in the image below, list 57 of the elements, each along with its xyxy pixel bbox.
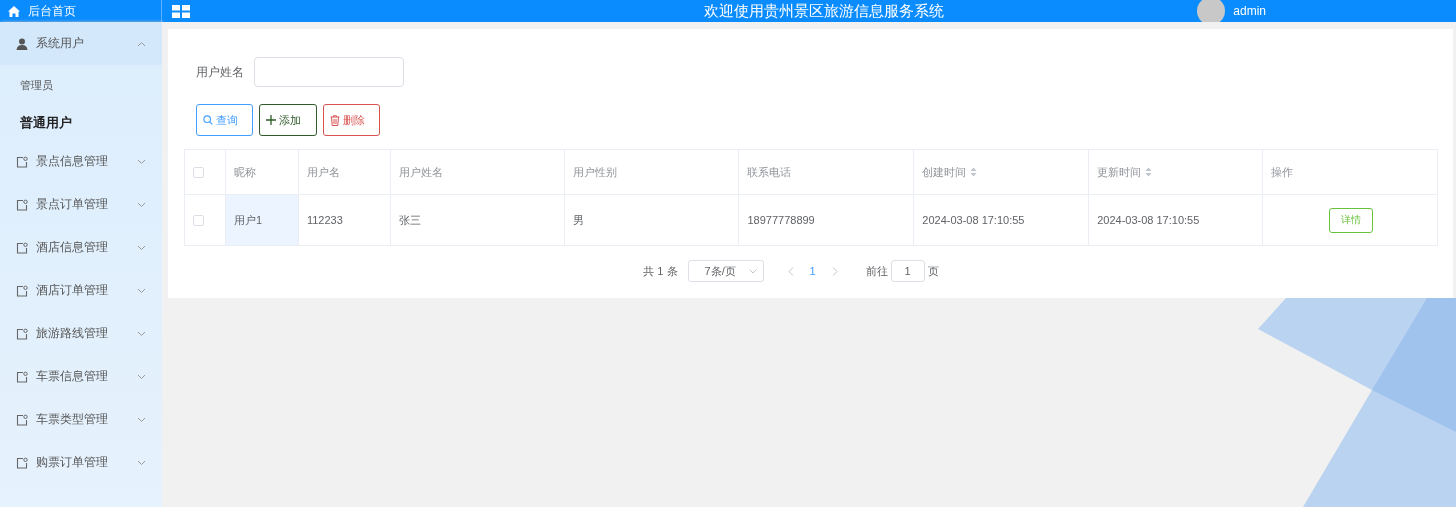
column-header: 用户姓名: [398, 164, 443, 180]
person-icon: [16, 37, 28, 50]
table-cell: 男: [564, 194, 739, 246]
column-header: 用户性别: [572, 164, 617, 180]
checkbox[interactable]: [193, 167, 204, 179]
column-header: 操作: [1271, 164, 1293, 180]
document-icon: [16, 241, 28, 254]
menu-item[interactable]: 景点信息管理: [0, 140, 162, 183]
menu-item[interactable]: 购票订单管理: [0, 441, 162, 484]
menu-item[interactable]: 景点订单管理: [0, 183, 162, 226]
menu-item[interactable]: 旅游路线管理: [0, 312, 162, 355]
plus-icon: [266, 115, 276, 125]
menu-item[interactable]: 酒店信息管理: [0, 226, 162, 269]
table-cell: 18977778899: [738, 194, 914, 246]
submenu-item[interactable]: 普通用户: [0, 105, 162, 140]
document-icon: [16, 370, 28, 383]
caret-icon: [748, 268, 757, 274]
document-icon: [16, 413, 28, 426]
table-cell: 张三: [390, 194, 565, 246]
next-page-icon[interactable]: [831, 266, 838, 276]
document-icon: [16, 456, 28, 469]
previous-page-icon[interactable]: [787, 266, 794, 276]
add-button[interactable]: 添加: [259, 104, 317, 136]
total-count: 共 1 条: [643, 263, 678, 279]
menu-item[interactable]: 酒店订单管理: [0, 269, 162, 312]
submenu-item[interactable]: 管理员: [0, 65, 162, 105]
page-input[interactable]: 1: [890, 260, 925, 282]
goto-label: 前往: [865, 263, 888, 279]
trash-icon: [330, 114, 340, 126]
page-suffix: 页: [927, 263, 939, 279]
page-size-select[interactable]: 7条/页: [687, 260, 764, 282]
name-input[interactable]: [254, 57, 404, 87]
search-icon: [203, 115, 213, 125]
checkbox[interactable]: [193, 215, 204, 227]
table-cell: 用户1: [225, 194, 299, 246]
system-title: 欢迎使用贵州景区旅游信息服务系统: [702, 1, 945, 21]
column-header: 联系电话: [747, 164, 792, 180]
menu-item[interactable]: 系统用户: [0, 22, 162, 65]
table-cell: 112233: [298, 194, 391, 246]
menu-item[interactable]: 车票信息管理: [0, 355, 162, 398]
sort-icon[interactable]: [970, 167, 978, 177]
document-icon: [16, 198, 28, 211]
column-header: 昵称: [233, 164, 256, 180]
table-cell: 2024-03-08 17:10:55: [913, 194, 1089, 246]
sort-icon[interactable]: [1145, 167, 1153, 177]
table-cell: 2024-03-08 17:10:55: [1088, 194, 1263, 246]
column-header: 创建时间: [922, 164, 967, 180]
document-icon: [16, 327, 28, 340]
column-header: 更新时间: [1097, 164, 1142, 180]
column-header: 用户名: [306, 164, 340, 180]
document-icon: [16, 284, 28, 297]
menu-item[interactable]: 车票类型管理: [0, 398, 162, 441]
delete-button[interactable]: 删除: [323, 104, 380, 136]
document-icon: [16, 155, 28, 168]
field-label: 用户姓名: [196, 63, 244, 81]
house-icon: [8, 5, 20, 17]
grid-icon[interactable]: [172, 4, 190, 18]
